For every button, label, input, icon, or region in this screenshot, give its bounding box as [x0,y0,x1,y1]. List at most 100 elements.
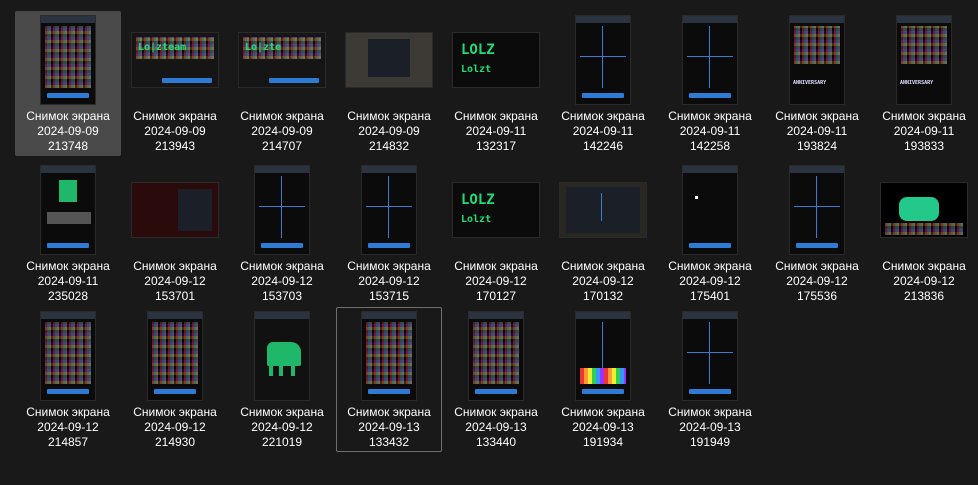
thumb-title-bar [362,166,416,173]
file-name: Снимок экрана 2024-09-12 214857 [16,405,120,450]
file-item[interactable]: Снимок экрана 2024-09-13 191949 [657,307,763,452]
thumbnail-frame [16,12,120,108]
thumb-text: Lolzt [461,64,492,75]
file-name-prefix: Снимок экрана [26,405,110,419]
file-item[interactable]: Снимок экрана 2024-09-12 214857 [15,307,121,452]
file-name: Снимок экрана 2024-09-11 193833 [872,109,976,154]
thumb-mammoth [291,364,295,376]
file-name-prefix: Снимок экрана [561,405,645,419]
file-name-time: 142258 [689,139,731,153]
file-name-date: 2024-09-13 [679,420,741,434]
thumb-text: LOLZ [461,42,495,58]
file-name: Снимок экрана 2024-09-11 235028 [16,259,120,304]
file-item[interactable]: LOLZ Lolzt Снимок экрана 2024-09-12 170127 [443,161,549,306]
thumbnail-frame [551,162,655,258]
file-name: Снимок экрана 2024-09-13 191949 [658,405,762,450]
file-item[interactable]: Снимок экрана 2024-09-13 133432 [336,307,442,452]
file-item[interactable]: Снимок экрана 2024-09-09 213748 [15,11,121,156]
file-item[interactable]: LOLZ Lolzt Снимок экрана 2024-09-11 132317 [443,11,549,156]
thumb-title-bar [576,16,630,23]
file-name-time: 191949 [689,435,731,449]
file-item[interactable]: Снимок экрана 2024-09-12 153715 [336,161,442,306]
file-name-date: 2024-09-12 [251,274,313,288]
thumbnail-frame [658,308,762,404]
file-name: Снимок экрана 2024-09-11 193824 [765,109,869,154]
file-name: Снимок экрана 2024-09-12 170127 [444,259,548,304]
file-name: Снимок экрана 2024-09-11 142246 [551,109,655,154]
screenshot-thumbnail [361,311,417,401]
file-name-prefix: Снимок экрана [882,109,966,123]
thumb-button [368,389,410,394]
file-name: Снимок экрана 2024-09-12 153701 [123,259,227,304]
thumbnail-frame: Lo|zteam [123,12,227,108]
file-name-time: 153703 [261,289,303,303]
file-name-time: 214707 [261,139,303,153]
file-name-prefix: Снимок экрана [240,405,324,419]
file-item[interactable]: Lo|zte Снимок экрана 2024-09-09 214707 [229,11,335,156]
file-item[interactable]: Снимок экрана 2024-09-12 175401 [657,161,763,306]
thumb-text: ANNIVERSARY [900,80,934,86]
screenshot-thumbnail [575,311,631,401]
thumb-pixel-art [899,197,939,221]
file-item[interactable]: Снимок экрана 2024-09-12 153703 [229,161,335,306]
file-name-prefix: Снимок экрана [454,259,538,273]
file-item[interactable]: ANNIVERSARY Снимок экрана 2024-09-11 193824 [764,11,870,156]
file-item[interactable]: Снимок экрана 2024-09-12 221019 [229,307,335,452]
screenshot-thumbnail [40,15,96,105]
thumbnail-frame [16,162,120,258]
file-item[interactable]: Снимок экрана 2024-09-11 142246 [550,11,656,156]
file-name-prefix: Снимок экрана [347,259,431,273]
file-item[interactable]: Снимок экрана 2024-09-11 142258 [657,11,763,156]
thumb-title-bar [683,16,737,23]
thumb-window [368,39,410,77]
file-item[interactable]: Снимок экрана 2024-09-13 133440 [443,307,549,452]
file-item[interactable]: Снимок экрана 2024-09-11 235028 [15,161,121,306]
file-item[interactable]: Снимок экрана 2024-09-12 214930 [122,307,228,452]
file-name-date: 2024-09-12 [893,274,955,288]
file-name: Снимок экрана 2024-09-13 191934 [551,405,655,450]
file-item[interactable]: Снимок экрана 2024-09-09 214832 [336,11,442,156]
file-item[interactable]: Снимок экрана 2024-09-12 153701 [122,161,228,306]
thumb-pixel-art [47,212,91,224]
thumb-text: Lolzt [461,214,492,225]
file-name-prefix: Снимок экрана [347,109,431,123]
file-item[interactable]: Снимок экрана 2024-09-13 191934 [550,307,656,452]
file-name-time: 213748 [47,139,89,153]
screenshot-thumbnail [682,165,738,255]
file-name: Снимок экрана 2024-09-13 133440 [444,405,548,450]
thumbnail-frame [16,308,120,404]
screenshot-thumbnail [345,32,433,88]
thumb-title-bar [576,312,630,319]
screenshot-thumbnail [361,165,417,255]
thumb-button [368,243,410,248]
file-name-prefix: Снимок экрана [668,259,752,273]
file-name: Снимок экрана 2024-09-11 142258 [658,109,762,154]
thumb-window [178,189,212,231]
thumbnail-frame [337,308,441,404]
thumb-title-bar [790,166,844,173]
thumbnail-frame [230,162,334,258]
thumb-text: Lo|zteam [138,42,187,53]
thumb-crosshair [687,351,733,353]
file-name-date: 2024-09-12 [786,274,848,288]
thumbnail-frame [123,162,227,258]
file-name-prefix: Снимок экрана [561,109,645,123]
thumbnail-frame [658,162,762,258]
thumb-button [689,93,731,98]
screenshot-thumbnail [789,165,845,255]
file-name: Снимок экрана 2024-09-12 153703 [230,259,334,304]
file-item[interactable]: Lo|zteam Снимок экрана 2024-09-09 213943 [122,11,228,156]
thumb-mammoth [279,364,283,376]
screenshot-thumbnail [40,311,96,401]
thumbnail-frame [765,162,869,258]
file-item[interactable]: ANNIVERSARY Снимок экрана 2024-09-11 193833 [871,11,977,156]
thumb-button [269,78,319,83]
file-item[interactable]: Снимок экрана 2024-09-12 213836 [871,161,977,306]
file-item[interactable]: Снимок экрана 2024-09-12 170132 [550,161,656,306]
thumb-crosshair [794,205,840,207]
thumbnail-frame: ANNIVERSARY [872,12,976,108]
file-item[interactable]: Снимок экрана 2024-09-12 175536 [764,161,870,306]
file-name-time: 191934 [582,435,624,449]
file-name: Снимок экрана 2024-09-09 213748 [16,109,120,154]
file-name-date: 2024-09-09 [37,124,99,138]
